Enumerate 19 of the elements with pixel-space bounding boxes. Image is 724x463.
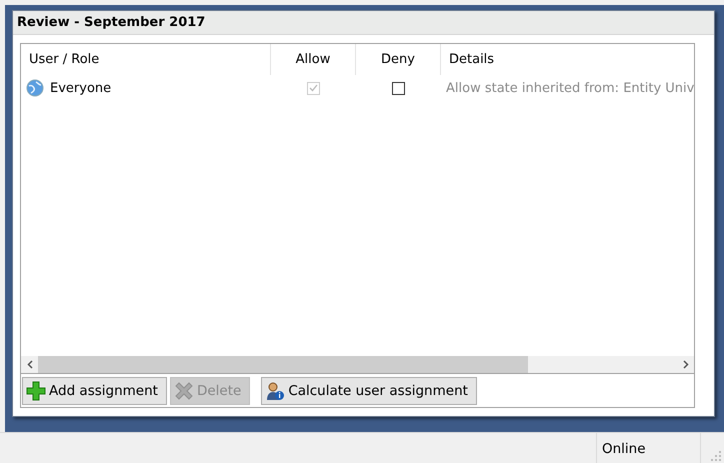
scroll-right-icon[interactable] [682,360,688,369]
column-header[interactable]: User / Role [21,44,271,75]
window-title: Review - September 2017 [13,11,714,35]
horizontal-scrollbar[interactable] [21,356,694,373]
cross-icon [174,380,194,400]
column-header[interactable]: Deny [356,44,441,75]
column-header[interactable]: Details [441,44,694,75]
status-text: Online [602,440,646,456]
details-text: Allow state inherited from: Entity Univ [446,80,694,96]
user-name: Everyone [50,80,112,96]
add-button[interactable]: Add assignment [22,376,167,404]
user-info-icon [265,380,286,400]
checkbox[interactable] [392,82,405,94]
globe-icon [26,79,44,97]
column-header[interactable]: Allow [271,44,356,75]
calculate-button[interactable]: Calculate user assignment [261,376,477,404]
scroll-left-icon[interactable] [26,360,32,369]
resize-grip-icon[interactable] [711,451,721,461]
plus-icon [26,380,46,400]
